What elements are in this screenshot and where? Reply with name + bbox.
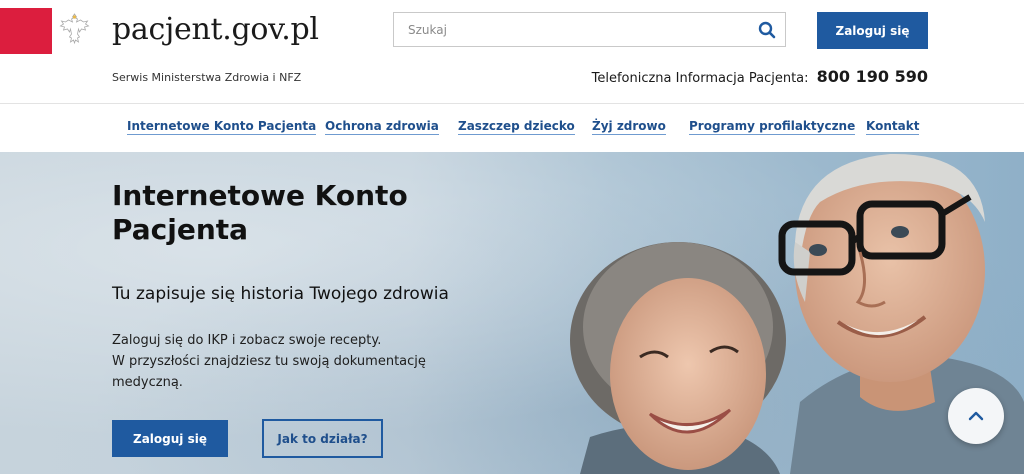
chevron-up-icon <box>968 411 984 421</box>
nav-item-kontakt[interactable]: Kontakt <box>866 119 920 135</box>
hero-description: Zaloguj się do IKP i zobacz swoje recept… <box>112 330 432 393</box>
phone-label: Telefoniczna Informacja Pacjenta: <box>591 71 809 86</box>
search-box <box>393 12 786 47</box>
patient-phone-info: Telefoniczna Informacja Pacjenta: 800 19… <box>592 67 928 86</box>
header-login-button[interactable]: Zaloguj się <box>817 12 928 49</box>
search-input[interactable] <box>394 13 744 46</box>
hero-description-line: medyczną. <box>112 375 183 390</box>
site-header: pacjent.gov.pl Serwis Ministerstwa Zdrow… <box>0 0 1024 103</box>
main-navigation: Internetowe Konto Pacjenta Ochrona zdrow… <box>0 103 1024 152</box>
polish-emblem[interactable] <box>0 8 97 54</box>
hero-description-line: W przyszłości znajdziesz tu swoją dokume… <box>112 354 426 369</box>
nav-item-programy-profilaktyczne[interactable]: Programy profilaktyczne <box>689 119 856 135</box>
phone-number[interactable]: 800 190 590 <box>817 67 928 86</box>
hero-lead: Tu zapisuje się historia Twojego zdrowia <box>112 284 449 304</box>
hero-description-line: Zaloguj się do IKP i zobacz swoje recept… <box>112 333 382 348</box>
search-icon[interactable] <box>757 20 777 40</box>
nav-item-ikp[interactable]: Internetowe Konto Pacjenta <box>127 119 317 135</box>
hero-banner: Internetowe Konto Pacjenta Tu zapisuje s… <box>0 152 1024 474</box>
nav-item-ochrona-zdrowia[interactable]: Ochrona zdrowia <box>325 119 439 135</box>
site-name-logo[interactable]: pacjent.gov.pl <box>112 12 319 47</box>
hero-title: Internetowe Konto Pacjenta <box>112 179 408 246</box>
nav-item-zaszczep-dziecko[interactable]: Zaszczep dziecko <box>458 119 575 135</box>
nav-item-zyj-zdrowo[interactable]: Żyj zdrowo <box>592 119 666 135</box>
polish-eagle-icon <box>52 8 97 54</box>
how-it-works-button[interactable]: Jak to działa? <box>262 419 383 458</box>
site-subtitle: Serwis Ministerstwa Zdrowia i NFZ <box>112 71 302 84</box>
scroll-to-top-button[interactable] <box>948 388 1004 444</box>
hero-login-button[interactable]: Zaloguj się <box>112 420 228 457</box>
